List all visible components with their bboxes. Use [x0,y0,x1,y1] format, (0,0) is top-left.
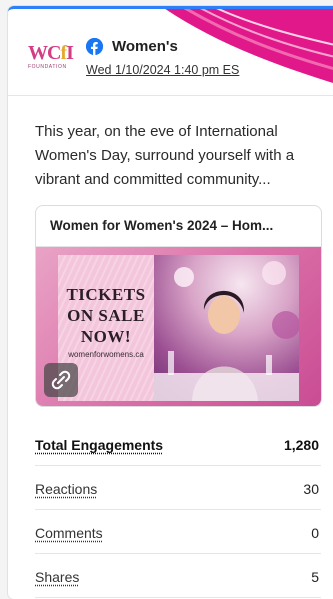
engagement-metrics: Total Engagements 1,280 Reactions 30 Com… [35,422,321,598]
event-photo [154,255,299,401]
metric-value: 1,280 [283,437,319,453]
link-preview-title[interactable]: Women for Women's 2024 – Hom... [36,206,321,247]
link-preview-card[interactable]: Women for Women's 2024 – Hom... TICKETS … [35,205,322,407]
metric-row-total: Total Engagements 1,280 [35,422,321,466]
metric-label[interactable]: Total Engagements [35,437,163,453]
poster-line: TICKETS [66,285,146,304]
post-text: This year, on the eve of International W… [35,123,295,188]
facebook-icon [86,38,103,55]
link-preview-image[interactable]: TICKETS ON SALE NOW! womenforwomens.ca [36,247,321,406]
metric-label[interactable]: Comments [35,525,103,541]
page-logo: WCfI FOUNDATION [28,43,74,73]
post-date-link[interactable]: Wed 1/10/2024 1:40 pm ES [86,63,239,77]
page-name[interactable]: Women's [112,38,178,55]
logo-subtext: FOUNDATION [28,64,67,70]
metric-value: 30 [303,481,319,497]
logo-mark: WCfI [28,42,74,64]
poster-line: ON SALE [67,306,145,325]
post-header: WCfI FOUNDATION Women's Wed 1/10/2024 1:… [8,9,333,96]
metric-row-reactions: Reactions 30 [35,466,321,510]
poster-url: womenforwomens.ca [68,350,144,359]
metric-row-shares: Shares 5 [35,554,321,598]
poster-line: NOW! [80,327,132,346]
metric-label[interactable]: Reactions [35,481,97,497]
metric-row-comments: Comments 0 [35,510,321,554]
link-icon[interactable] [44,363,78,397]
metric-label[interactable]: Shares [35,569,79,585]
post-card: WCfI FOUNDATION Women's Wed 1/10/2024 1:… [8,6,333,599]
metric-value: 5 [311,569,319,585]
metric-value: 0 [311,525,319,541]
